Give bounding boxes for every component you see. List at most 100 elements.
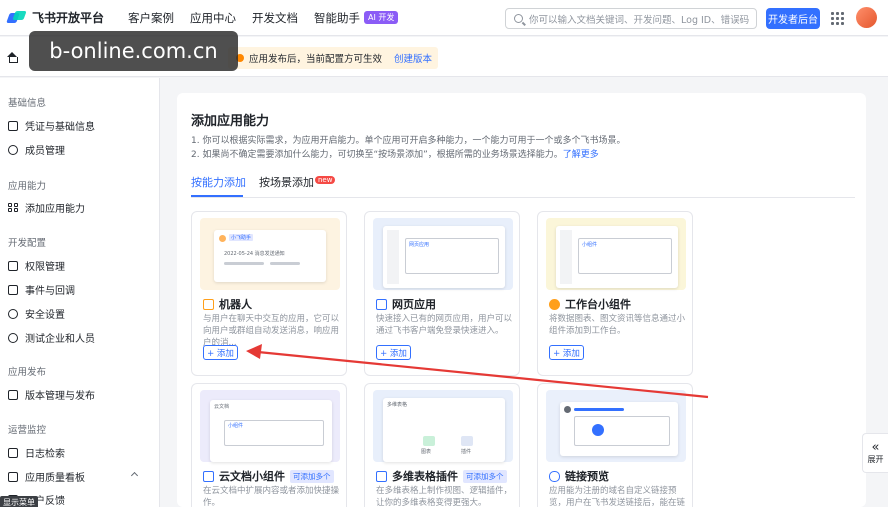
base-window-illustration: 多维表格 图表 插件 — [383, 398, 505, 462]
watermark: b-online.com.cn — [29, 31, 238, 71]
main-nav: 客户案例 应用中心 开发文档 智能助手 AI 开发 — [128, 10, 414, 26]
web-app-preview: 网页应用 — [373, 218, 513, 290]
nav-dev-docs[interactable]: 开发文档 — [252, 10, 298, 26]
web-app-description: 快速接入已有的网页应用，用户可以通过飞书客户端免登录快速进入。 — [376, 314, 513, 336]
link-preview-description: 应用能为注册的域名自定义链接预览，用户在飞书发送链接后，能在链接下方展... — [549, 486, 686, 507]
search-icon — [514, 14, 523, 23]
publish-notice: 应用发布后，当前配置方可生效 创建版本 — [228, 47, 438, 69]
sidebar-item-label: 权限管理 — [25, 262, 65, 273]
capability-card-robot[interactable]: 小飞助手 2022-05-24 消息发送通知 机器人 与用户在聊天中交互的应用，… — [191, 211, 347, 376]
notice-text: 应用发布后，当前配置方可生效 — [249, 54, 383, 65]
base-icon — [376, 470, 387, 482]
sidebar-item-label: 测试企业和人员 — [25, 334, 95, 345]
permission-icon — [8, 260, 18, 271]
capability-card-doc-widget[interactable]: 云文档 小组件 云文档小组件 可添加多个 在云文档中扩展内容或者添加快捷操作。 — [191, 383, 347, 507]
sidebar-item-events[interactable]: 事件与回调 — [8, 282, 75, 297]
widget-window-illustration: 小组件 — [556, 226, 678, 288]
card-title-text: 机器人 — [219, 298, 252, 311]
base-plugin-title: 多维表格插件 可添加多个 — [376, 468, 507, 484]
sidebar-item-test-enterprise[interactable]: 测试企业和人员 — [8, 330, 95, 345]
sidebar-item-permissions[interactable]: 权限管理 — [8, 258, 65, 273]
capability-card-base-plugin[interactable]: 多维表格 图表 插件 多维表格插件 可添加多个 在多维表格上制作视图、逻辑插件，… — [364, 383, 520, 507]
sidebar-item-members[interactable]: 成员管理 — [8, 142, 65, 157]
robot-preview: 小飞助手 2022-05-24 消息发送通知 — [200, 218, 340, 290]
brand-name: 飞书开放平台 — [32, 11, 105, 25]
doc-widget-preview: 云文档 小组件 — [200, 390, 340, 462]
home-icon[interactable] — [7, 52, 18, 63]
robot-description: 与用户在聊天中交互的应用，它可以向用户或群组自动发送消息，响应用户的消... — [203, 314, 340, 348]
description-text: 2. 如果尚不确定需要添加什么能力，可切换至“按场景添加”，根据所需的业务场景选… — [191, 150, 563, 160]
doc-preview-title: 云文档 — [214, 404, 230, 410]
feishu-logo-icon — [6, 10, 27, 25]
link-window-illustration — [560, 402, 678, 456]
sidebar-item-add-capability[interactable]: 添加应用能力 — [8, 200, 85, 215]
brand-logo[interactable]: 飞书开放平台 — [6, 9, 105, 26]
double-chevron-left-icon: « — [871, 440, 880, 455]
nav-ai-assistant[interactable]: 智能助手 AI 开发 — [314, 10, 399, 26]
page-title: 添加应用能力 — [191, 114, 270, 129]
link-preview-title: 链接预览 — [549, 468, 609, 484]
version-icon — [8, 389, 18, 400]
apps-grid-icon[interactable] — [831, 12, 844, 25]
doc-preview-sub: 小组件 — [228, 423, 244, 429]
robot-message-text: 2022-05-24 消息发送通知 — [224, 251, 285, 257]
capability-card-link-preview[interactable]: 链接预览 应用能为注册的域名自定义链接预览，用户在飞书发送链接后，能在链接下方展… — [537, 383, 693, 507]
sidebar-item-label: 事件与回调 — [25, 286, 75, 297]
base-plugin-description: 在多维表格上制作视图、逻辑插件，让你的多维表格变得更强大。 — [376, 486, 513, 507]
expand-label: 展开 — [867, 455, 884, 464]
add-workplace-widget-button[interactable]: + 添加 — [549, 345, 584, 360]
user-icon — [8, 144, 18, 155]
ai-badge: AI 开发 — [364, 11, 399, 24]
workplace-widget-description: 将数据图表、图文资讯等信息通过小组件添加到工作台。 — [549, 314, 686, 336]
test-user-icon — [8, 332, 18, 343]
capability-card-workplace-widget[interactable]: 小组件 工作台小组件 将数据图表、图文资讯等信息通过小组件添加到工作台。 + 添… — [537, 211, 693, 376]
description-line-2: 2. 如果尚不确定需要添加什么能力，可切换至“按场景添加”，根据所需的业务场景选… — [191, 147, 599, 160]
sidebar-item-label: 应用质量看板 — [25, 473, 85, 484]
capability-card-web-app[interactable]: 网页应用 网页应用 快速接入已有的网页应用，用户可以通过飞书客户端免登录快速进入… — [364, 211, 520, 376]
workplace-widget-title: 工作台小组件 — [549, 296, 631, 312]
credential-icon — [8, 120, 18, 131]
robot-user-name: 小飞助手 — [229, 234, 254, 241]
card-title-text: 工作台小组件 — [565, 298, 631, 311]
card-title-text: 多维表格插件 — [392, 470, 458, 483]
sidebar-item-security[interactable]: 安全设置 — [8, 306, 65, 321]
nav-customer-cases[interactable]: 客户案例 — [128, 10, 174, 26]
sidebar-item-credentials[interactable]: 凭证与基础信息 — [8, 118, 95, 133]
web-window-illustration: 网页应用 — [383, 226, 505, 288]
widget-preview: 小组件 — [546, 218, 686, 290]
shield-icon — [8, 308, 18, 319]
base-preview-title: 多维表格 — [387, 402, 408, 408]
web-app-title: 网页应用 — [376, 296, 436, 312]
create-version-link[interactable]: 创建版本 — [394, 51, 432, 65]
avatar[interactable] — [856, 7, 877, 28]
sidebar-item-label: 日志检索 — [25, 449, 65, 460]
sidebar-item-versions[interactable]: 版本管理与发布 — [8, 387, 95, 402]
apps-icon — [8, 202, 18, 213]
sidebar-section-dev-config: 开发配置 — [8, 238, 47, 249]
sidebar-item-quality[interactable]: 应用质量看板 — [8, 469, 85, 484]
base-plugin-preview: 多维表格 图表 插件 — [373, 390, 513, 462]
sidebar-section-release: 应用发布 — [8, 367, 47, 378]
web-preview-title: 网页应用 — [409, 242, 430, 248]
chevron-up-icon[interactable] — [130, 471, 139, 480]
widget-icon — [549, 298, 560, 310]
multi-add-tag: 可添加多个 — [290, 469, 334, 483]
base-preview-chart: 图表 — [421, 449, 432, 455]
active-tab-indicator — [191, 195, 243, 197]
base-preview-plugin: 插件 — [461, 449, 472, 455]
capability-tabs: 按能力添加 按场景添加 new — [191, 174, 855, 198]
expand-button[interactable]: « 展开 — [862, 433, 888, 473]
learn-more-link[interactable]: 了解更多 — [563, 150, 599, 160]
add-web-app-button[interactable]: + 添加 — [376, 345, 411, 360]
developer-console-button[interactable]: 开发者后台 — [766, 8, 820, 29]
add-robot-button[interactable]: + 添加 — [203, 345, 238, 360]
nav-app-center[interactable]: 应用中心 — [190, 10, 236, 26]
chart-icon — [8, 471, 18, 482]
show-menu-tooltip[interactable]: 显示菜单 — [0, 496, 38, 507]
tab-by-capability[interactable]: 按能力添加 — [191, 174, 246, 190]
card-title-text: 云文档小组件 — [219, 470, 285, 483]
tab-by-scenario[interactable]: 按场景添加 — [259, 174, 314, 190]
new-badge: new — [315, 176, 336, 184]
sidebar-item-logs[interactable]: 日志检索 — [8, 445, 65, 460]
search-input[interactable]: 你可以输入文档关键词、开发问题、Log ID、错误码 — [505, 8, 757, 29]
